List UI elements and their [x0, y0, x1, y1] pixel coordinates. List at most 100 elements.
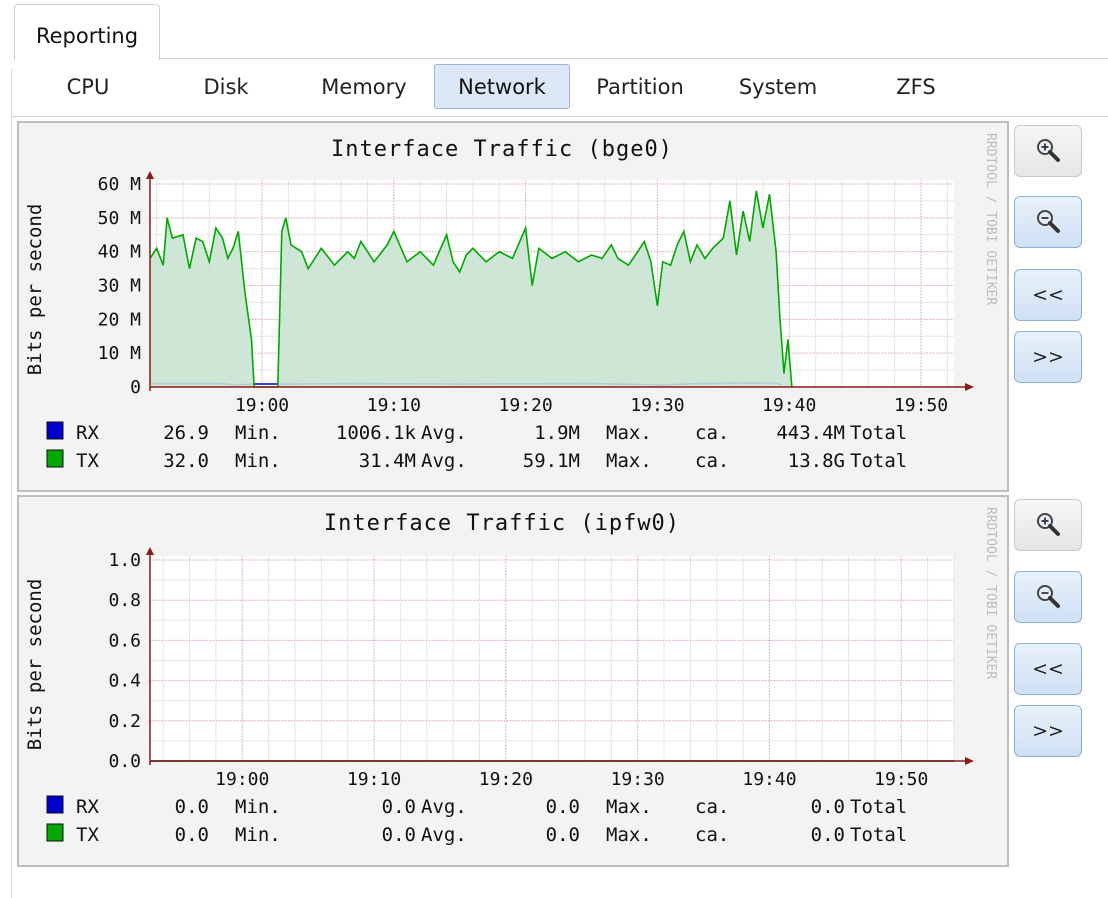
legend-avg-label: Avg. — [421, 796, 467, 818]
subtab-bar-border — [12, 116, 1108, 117]
legend-min: 32.0 — [163, 450, 209, 472]
x-tick-label: 19:20 — [479, 769, 533, 790]
zoom-in-icon — [1037, 139, 1060, 162]
legend-max: 1.9M — [534, 422, 580, 444]
legend-max: 59.1M — [523, 450, 580, 472]
subtab-zfs[interactable]: ZFS — [848, 64, 984, 109]
chart-title: Interface Traffic (ipfw0) — [324, 511, 680, 536]
left-panel-border — [0, 68, 12, 898]
graph-ipfw0-svg: 19:00 19:10 19:20 19:30 19:40 19:50 0.0 0.2 0.4 0… — [24, 507, 998, 846]
x-axis-arrow — [965, 757, 974, 765]
legend-total-label: Total — [850, 824, 907, 846]
legend-total-label: Total — [850, 422, 907, 444]
legend-max-label: Max. — [606, 824, 652, 846]
forward-button[interactable]: >> — [1014, 705, 1082, 757]
forward-button[interactable]: >> — [1014, 331, 1082, 383]
x-tick-label: 19:30 — [630, 395, 684, 416]
legend-min: 26.9 — [163, 422, 209, 444]
y-tick-label: 0.8 — [108, 590, 141, 611]
legend-avg-label: Avg. — [421, 450, 467, 472]
graph-bge0: 19:00 19:10 19:20 19:30 19:40 19:50 0 10 M 20 M 3… — [17, 121, 1009, 492]
legend-min-label: Min. — [235, 422, 281, 444]
y-tick-label: 60 M — [98, 174, 142, 195]
y-tick-label: 0.2 — [108, 711, 141, 732]
legend-avg-label: Avg. — [421, 422, 467, 444]
x-tick-label: 19:10 — [367, 395, 421, 416]
plot-area — [150, 556, 954, 761]
legend-label: RX — [76, 796, 99, 818]
y-tick-label: 20 M — [98, 309, 142, 330]
legend-avg: 31.4M — [359, 450, 416, 472]
y-tick-label: 0.6 — [108, 630, 141, 651]
zoom-out-button[interactable] — [1014, 196, 1082, 248]
legend-max-label: Max. — [606, 450, 652, 472]
legend-swatch-rx — [46, 795, 64, 814]
zoom-in-icon — [1037, 513, 1060, 536]
legend-min-label: Min. — [235, 796, 281, 818]
legend-ca: ca. — [695, 422, 729, 444]
y-tick-label: 0 — [130, 377, 141, 398]
legend-ca: ca. — [695, 824, 729, 846]
legend-min: 0.0 — [175, 824, 209, 846]
subtab-disk[interactable]: Disk — [158, 64, 294, 109]
subtab-network[interactable]: Network — [434, 64, 570, 109]
legend-swatch-rx — [46, 421, 64, 440]
y-tick-label: 0.0 — [108, 751, 141, 772]
x-tick-label: 19:20 — [499, 395, 553, 416]
legend-max: 0.0 — [546, 796, 580, 818]
y-tick-label: 40 M — [98, 242, 142, 263]
y-tick-label: 1.0 — [108, 550, 141, 571]
y-axis-arrow — [146, 547, 154, 555]
legend-label: TX — [76, 450, 99, 472]
legend-ca: ca. — [695, 796, 729, 818]
x-tick-label: 19:50 — [874, 769, 928, 790]
subtab-partition[interactable]: Partition — [572, 64, 708, 109]
zoom-out-button[interactable] — [1014, 571, 1082, 623]
legend-avg: 0.0 — [382, 824, 416, 846]
legend-total: 0.0 — [811, 796, 845, 818]
legend-avg: 1006.1k — [336, 422, 417, 444]
legend-swatch-tx — [46, 823, 64, 842]
y-tick-label: 10 M — [98, 343, 142, 364]
rrdtool-watermark: RRDTOOL / TOBI OETIKER — [983, 133, 998, 305]
x-tick-label: 19:00 — [215, 769, 269, 790]
y-axis-label: Bits per second — [24, 204, 46, 376]
tab-reporting[interactable]: Reporting — [14, 4, 160, 60]
chart-title: Interface Traffic (bge0) — [331, 137, 673, 162]
zoom-out-icon — [1037, 210, 1060, 233]
legend-total: 13.8G — [788, 450, 845, 472]
legend-max-label: Max. — [606, 422, 652, 444]
legend-avg-label: Avg. — [421, 824, 467, 846]
y-tick-label: 0.4 — [108, 671, 141, 692]
y-tick-label: 50 M — [98, 208, 142, 229]
subtab-memory[interactable]: Memory — [296, 64, 432, 109]
legend-swatch-tx — [46, 449, 64, 468]
graph-bge0-svg: 19:00 19:10 19:20 19:30 19:40 19:50 0 10 M 20 M 3… — [24, 133, 998, 472]
y-axis-label: Bits per second — [24, 579, 46, 751]
x-tick-label: 19:10 — [347, 769, 401, 790]
x-axis-arrow — [965, 383, 974, 391]
zoom-out-icon — [1037, 585, 1060, 608]
legend-label: RX — [76, 422, 99, 444]
legend-total-label: Total — [850, 796, 907, 818]
x-tick-label: 19:00 — [235, 395, 289, 416]
x-tick-label: 19:30 — [611, 769, 665, 790]
legend-min-label: Min. — [235, 824, 281, 846]
x-tick-label: 19:40 — [742, 769, 796, 790]
back-button[interactable]: << — [1014, 269, 1082, 321]
tab-bar-border — [160, 58, 1108, 59]
legend-avg: 0.0 — [382, 796, 416, 818]
legend-min-label: Min. — [235, 450, 281, 472]
legend-max-label: Max. — [606, 796, 652, 818]
subtab-cpu[interactable]: CPU — [20, 64, 156, 109]
x-tick-label: 19:50 — [894, 395, 948, 416]
y-axis-arrow — [146, 171, 154, 179]
back-button[interactable]: << — [1014, 643, 1082, 695]
subtab-system[interactable]: System — [710, 64, 846, 109]
zoom-in-button[interactable] — [1014, 125, 1082, 177]
legend-total: 0.0 — [811, 824, 845, 846]
legend-label: TX — [76, 824, 99, 846]
legend-ca: ca. — [695, 450, 729, 472]
x-tick-label: 19:40 — [762, 395, 816, 416]
zoom-in-button[interactable] — [1014, 499, 1082, 551]
